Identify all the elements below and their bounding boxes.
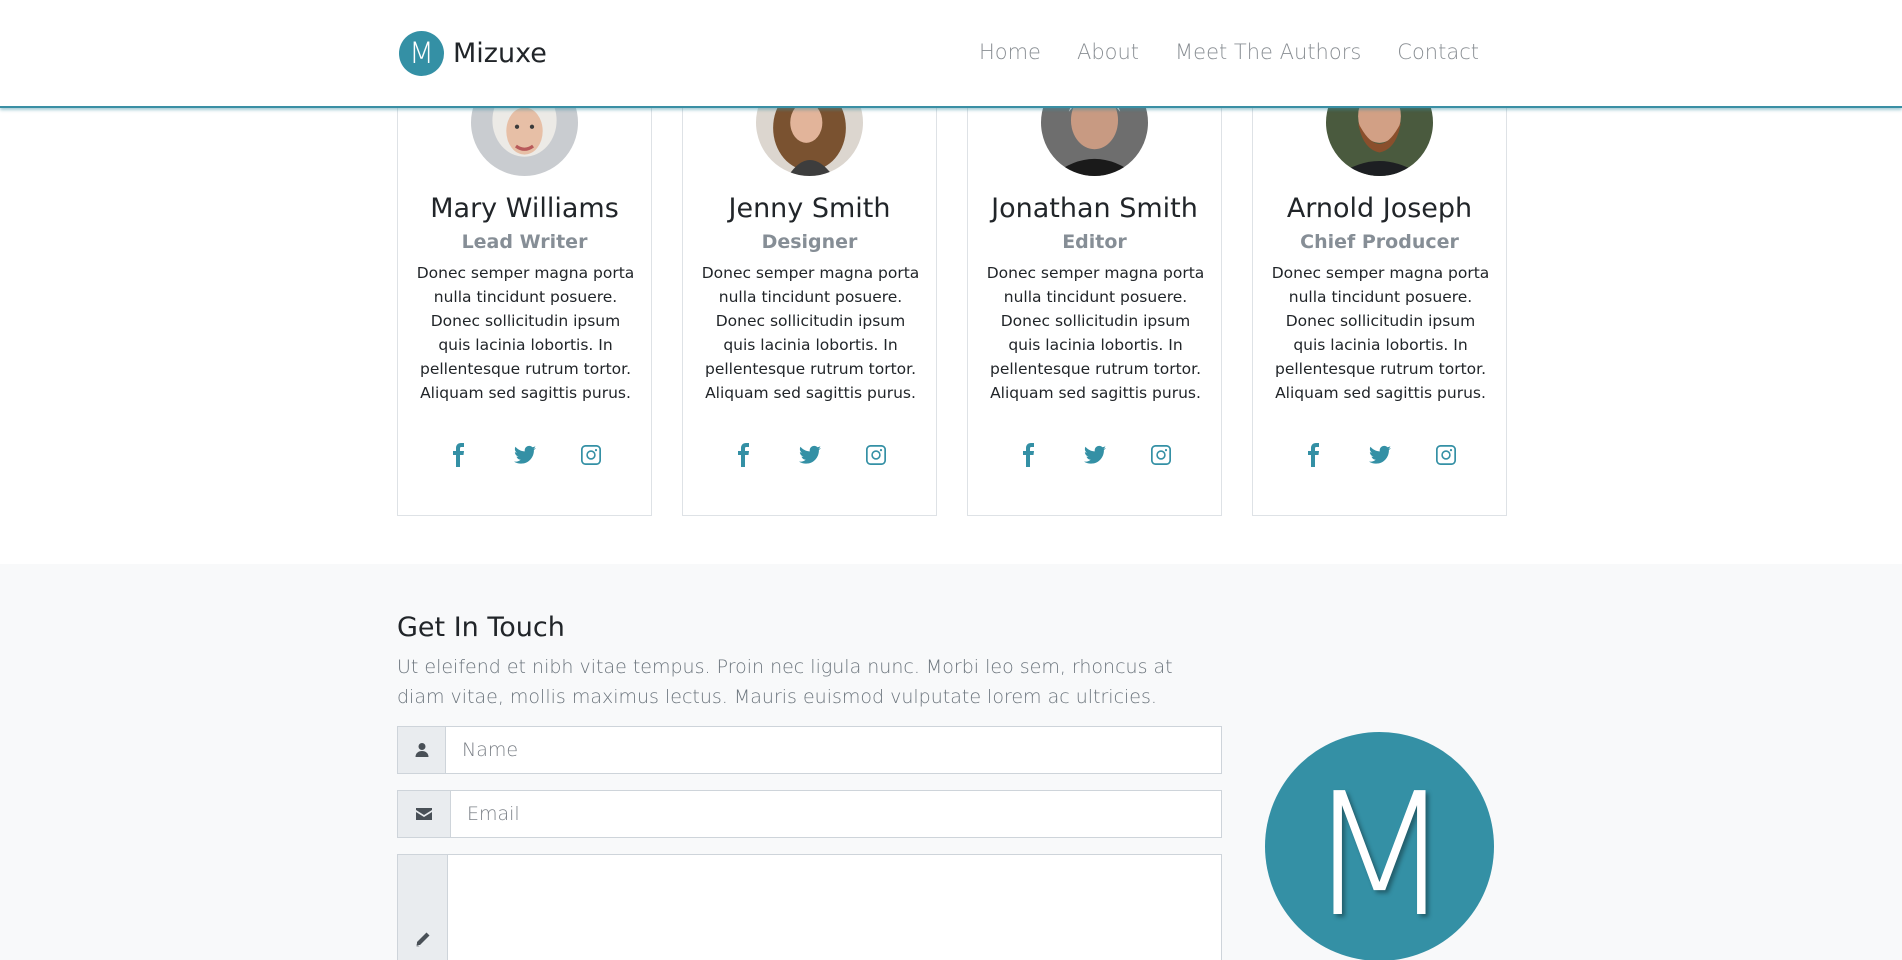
author-bio: Donec semper magna porta nulla tincidunt… — [701, 264, 920, 402]
twitter-icon[interactable] — [798, 443, 822, 467]
brand-logo-icon: M — [399, 31, 444, 76]
author-bio: Donec semper magna porta nulla tincidunt… — [416, 264, 635, 402]
author-role: Chief Producer — [1300, 231, 1459, 253]
message-textarea[interactable] — [448, 855, 1221, 960]
author-bio: Donec semper magna porta nulla tincidunt… — [1271, 264, 1490, 402]
contact-section: Get In Touch Ut eleifend et nibh vitae t… — [0, 564, 1902, 960]
name-input[interactable] — [446, 727, 1221, 773]
author-card: Arnold Joseph Chief Producer Donec sempe… — [1252, 50, 1507, 516]
instagram-icon[interactable] — [864, 443, 888, 467]
facebook-icon[interactable] — [1017, 443, 1041, 467]
instagram-icon[interactable] — [579, 443, 603, 467]
author-card: Mary Williams Lead Writer Donec semper m… — [397, 50, 652, 516]
contact-title: Get In Touch — [397, 612, 565, 643]
author-card: Jonathan Smith Editor Donec semper magna… — [967, 50, 1222, 516]
instagram-icon[interactable] — [1434, 443, 1458, 467]
author-role: Editor — [1062, 231, 1127, 253]
brand-name: Mizuxe — [453, 38, 547, 69]
nav-link-meet-the-authors[interactable]: Meet The Authors — [1175, 40, 1361, 64]
author-socials — [683, 443, 936, 467]
twitter-icon[interactable] — [1368, 443, 1392, 467]
authors-section: Mary Williams Lead Writer Donec semper m… — [397, 50, 1507, 516]
author-bio: Donec semper magna porta nulla tincidunt… — [986, 264, 1205, 402]
navbar: M Mizuxe Home About Meet The Authors Con… — [0, 0, 1902, 108]
nav-links: Home About Meet The Authors Contact — [943, 40, 1479, 64]
twitter-icon[interactable] — [1083, 443, 1107, 467]
author-name: Jenny Smith — [728, 193, 891, 224]
author-name: Arnold Joseph — [1286, 193, 1473, 224]
facebook-icon[interactable] — [1302, 443, 1326, 467]
facebook-icon[interactable] — [447, 443, 471, 467]
pencil-icon — [398, 855, 448, 960]
nav-link-about[interactable]: About — [1077, 40, 1139, 64]
big-logo-letter: M — [1306, 756, 1453, 955]
author-socials — [968, 443, 1221, 467]
author-socials — [1253, 443, 1506, 467]
email-input[interactable] — [451, 791, 1221, 837]
brand[interactable]: M Mizuxe — [399, 31, 547, 76]
twitter-icon[interactable] — [513, 443, 537, 467]
author-name: Jonathan Smith — [991, 193, 1198, 224]
author-socials — [398, 443, 651, 467]
message-input-group — [397, 854, 1222, 960]
author-name: Mary Williams — [430, 193, 619, 224]
author-card: Jenny Smith Designer Donec semper magna … — [682, 50, 937, 516]
facebook-icon[interactable] — [732, 443, 756, 467]
author-role: Designer — [761, 231, 858, 253]
author-role: Lead Writer — [461, 231, 588, 253]
contact-text: Ut eleifend et nibh vitae tempus. Proin … — [397, 656, 1173, 708]
name-input-group — [397, 726, 1222, 774]
mizuxe-logo-icon: M — [1265, 732, 1494, 960]
user-icon — [398, 727, 446, 773]
nav-link-contact[interactable]: Contact — [1397, 40, 1479, 64]
instagram-icon[interactable] — [1149, 443, 1173, 467]
envelope-icon — [398, 791, 451, 837]
email-input-group — [397, 790, 1222, 838]
nav-link-home[interactable]: Home — [979, 40, 1041, 64]
